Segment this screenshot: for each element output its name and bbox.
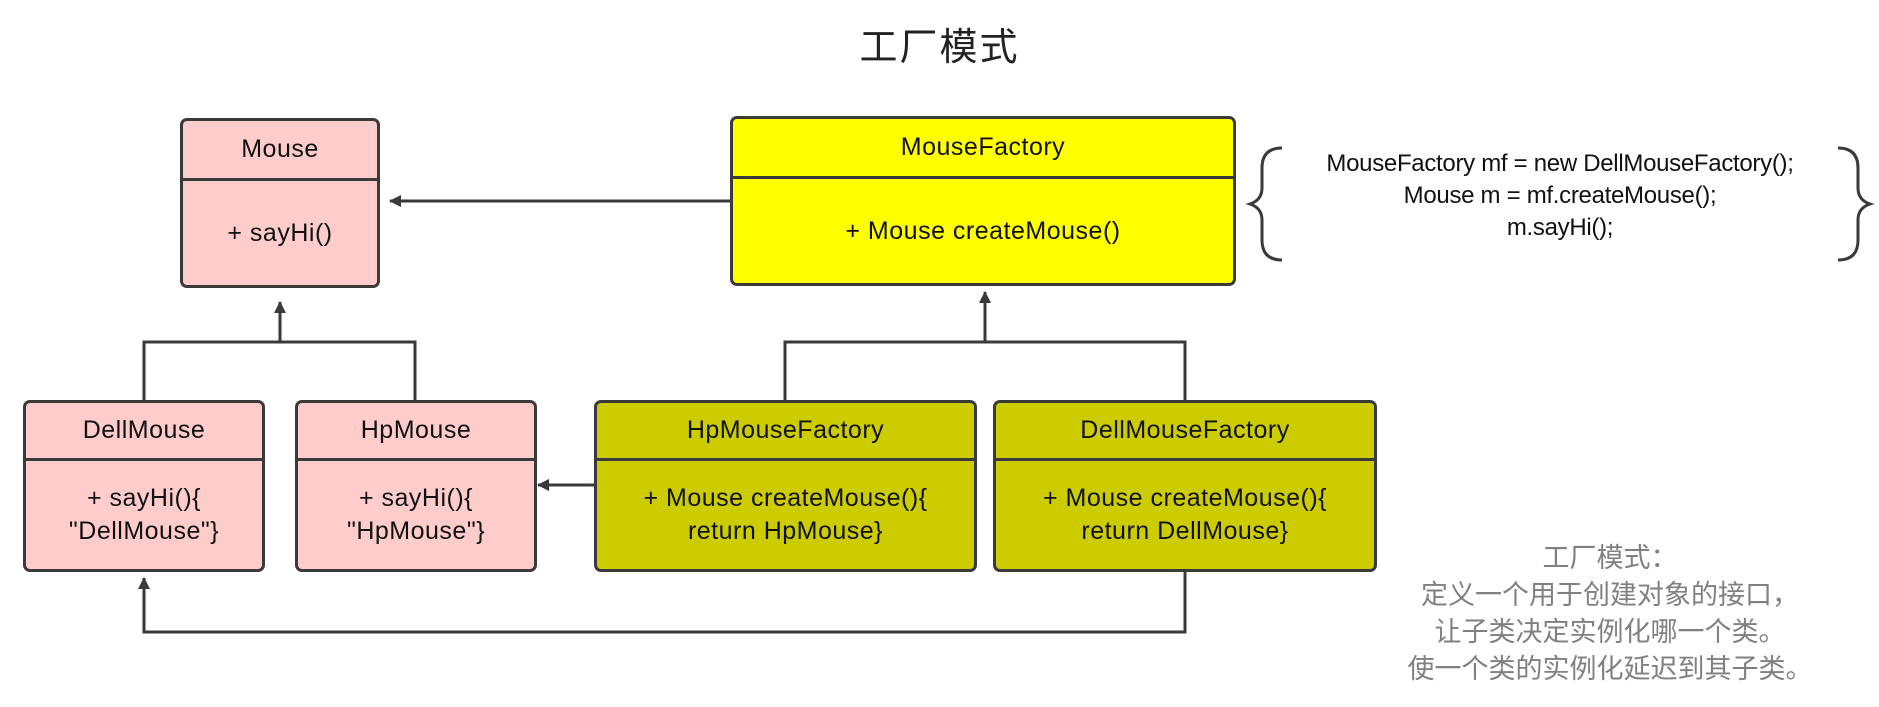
description-line: 让子类决定实例化哪一个类。 [1434,617,1786,648]
hpmousefactory-class: HpMouseFactory + Mouse createMouse(){ re… [594,400,977,572]
method-line: + sayHi(){ [86,484,202,512]
left-brace [1245,146,1283,262]
method-line: + sayHi(){ [358,484,474,512]
dellfactory-to-dellmouse-arrow [138,572,1187,634]
description-line: 使一个类的实例化延迟到其子类。 [1407,654,1813,685]
method-line: + Mouse createMouse(){ [643,484,928,512]
class-method: + Mouse createMouse(){ return DellMouse} [996,461,1374,569]
method-line: return DellMouse} [1081,517,1289,545]
code-line: Mouse m = mf.createMouse(); [1403,182,1717,209]
class-name: HpMouse [298,403,534,461]
method-line: return HpMouse} [687,517,884,545]
method-line: "DellMouse"} [68,517,220,545]
class-name: DellMouse [26,403,262,461]
code-line: m.sayHi(); [1506,214,1614,241]
method-line: + Mouse createMouse(){ [1042,484,1328,512]
class-method: + Mouse createMouse(){ return HpMouse} [597,461,974,569]
method-line: "HpMouse"} [346,517,486,545]
class-method: + sayHi(){ "DellMouse"} [26,461,262,569]
dellmouse-class: DellMouse + sayHi(){ "DellMouse"} [23,400,265,572]
description-line: 工厂模式： [1542,543,1678,574]
dellmousefactory-class: DellMouseFactory + Mouse createMouse(){ … [993,400,1377,572]
class-method: + sayHi() [227,218,333,247]
client-code-note: MouseFactory mf = new DellMouseFactory()… [1280,148,1840,244]
hpmouse-to-mouse-connector [280,340,417,400]
hpfactory-to-mousefactory-connector [783,340,985,400]
code-line: MouseFactory mf = new DellMouseFactory()… [1326,150,1794,177]
class-name: DellMouseFactory [996,403,1374,461]
class-method: + Mouse createMouse() [845,216,1121,245]
hpmouse-class: HpMouse + sayHi(){ "HpMouse"} [295,400,537,572]
class-name: HpMouseFactory [597,403,974,461]
dellmouse-to-mouse-connector [142,340,280,400]
mouse-class: Mouse + sayHi() [180,118,380,288]
class-name: MouseFactory [733,119,1233,179]
right-brace [1837,146,1875,262]
class-name: Mouse [183,121,377,181]
dellfactory-to-mousefactory-connector [985,340,1187,400]
description-line: 定义一个用于创建对象的接口， [1421,580,1799,611]
mousefactory-class: MouseFactory + Mouse createMouse() [730,116,1236,286]
class-method: + sayHi(){ "HpMouse"} [298,461,534,569]
pattern-description: 工厂模式： 定义一个用于创建对象的接口， 让子类决定实例化哪一个类。 使一个类的… [1350,540,1870,688]
